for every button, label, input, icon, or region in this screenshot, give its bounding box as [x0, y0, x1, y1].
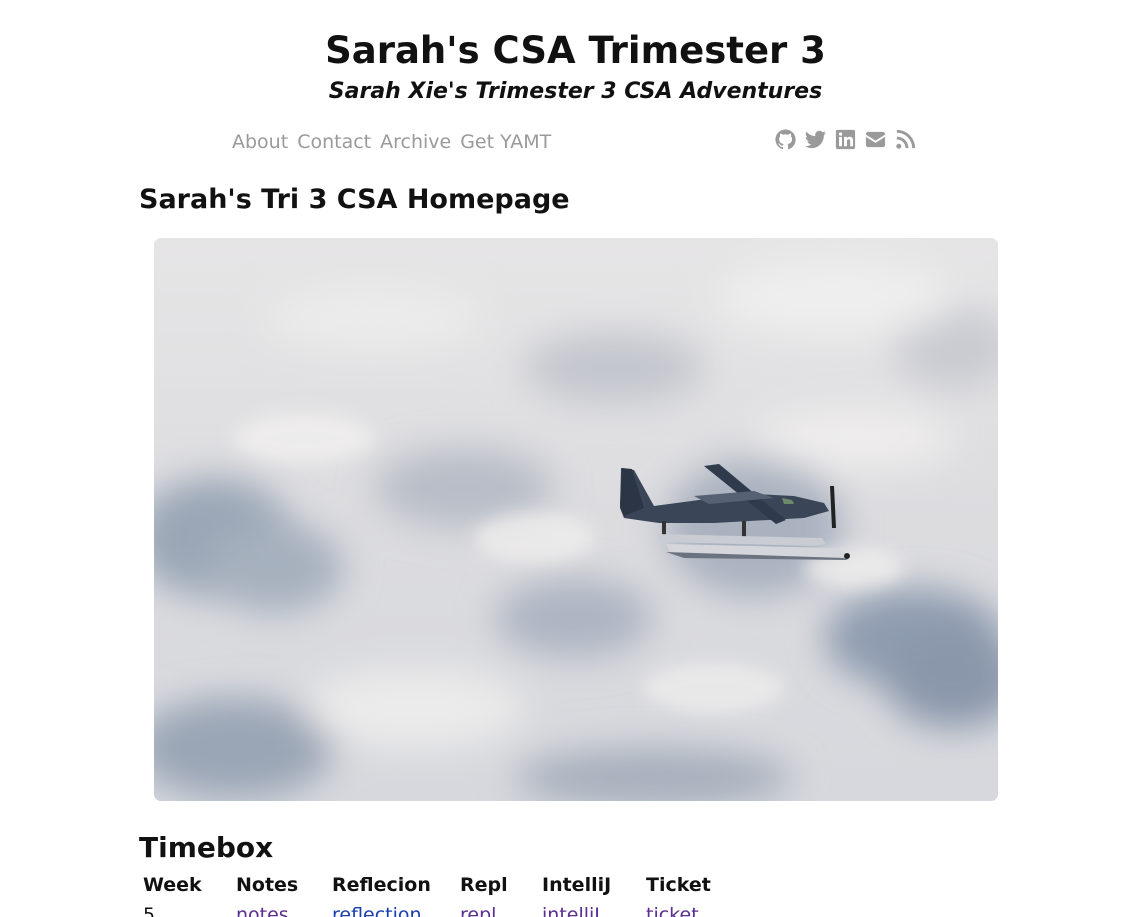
- cell-repl: repl: [456, 900, 538, 917]
- repl-link[interactable]: repl: [460, 904, 496, 917]
- hero-image: [154, 238, 998, 801]
- col-week: Week: [143, 874, 202, 896]
- nav-link-archive[interactable]: Archive: [380, 128, 451, 156]
- cell-ticket: ticket: [642, 900, 722, 917]
- cell-week: 5: [143, 904, 156, 917]
- notes-link[interactable]: notes: [236, 904, 289, 917]
- table-header-row: Week Notes Reflecion Repl IntelliJ Ticke…: [139, 870, 722, 900]
- site-tagline: Sarah Xie's Trimester 3 CSA Adventures: [328, 79, 823, 104]
- col-intellij: IntelliJ: [542, 874, 612, 896]
- github-icon[interactable]: [774, 128, 797, 151]
- col-ticket: Ticket: [646, 874, 711, 896]
- timebox-table: Week Notes Reflecion Repl IntelliJ Ticke…: [139, 870, 722, 917]
- cell-intellij: intelliJ: [538, 900, 642, 917]
- nav-link-contact[interactable]: Contact: [297, 128, 371, 156]
- ticket-link[interactable]: ticket: [646, 904, 699, 917]
- social-links: [774, 128, 917, 151]
- nav-link-about[interactable]: About: [232, 128, 288, 156]
- page-heading: Sarah's Tri 3 CSA Homepage: [139, 184, 570, 215]
- reflection-link[interactable]: reflection: [332, 904, 422, 917]
- intellij-link[interactable]: intelliJ: [542, 904, 600, 917]
- main-nav: About Contact Archive Get YAMT: [232, 128, 551, 156]
- seaplane-image: [154, 238, 998, 801]
- linkedin-icon[interactable]: [834, 128, 857, 151]
- email-icon[interactable]: [864, 128, 887, 151]
- nav-link-get-yamt[interactable]: Get YAMT: [460, 128, 551, 156]
- cell-notes: notes: [232, 900, 328, 917]
- cell-reflection: reflection: [328, 900, 456, 917]
- site-title[interactable]: Sarah's CSA Trimester 3: [0, 28, 1146, 74]
- table-row: 5 notes reflection repl intelliJ ticket: [139, 900, 722, 917]
- twitter-icon[interactable]: [804, 128, 827, 151]
- col-notes: Notes: [236, 874, 299, 896]
- col-reflection: Reflecion: [332, 874, 431, 896]
- timebox-heading: Timebox: [139, 831, 274, 864]
- rss-icon[interactable]: [894, 128, 917, 151]
- col-repl: Repl: [460, 874, 508, 896]
